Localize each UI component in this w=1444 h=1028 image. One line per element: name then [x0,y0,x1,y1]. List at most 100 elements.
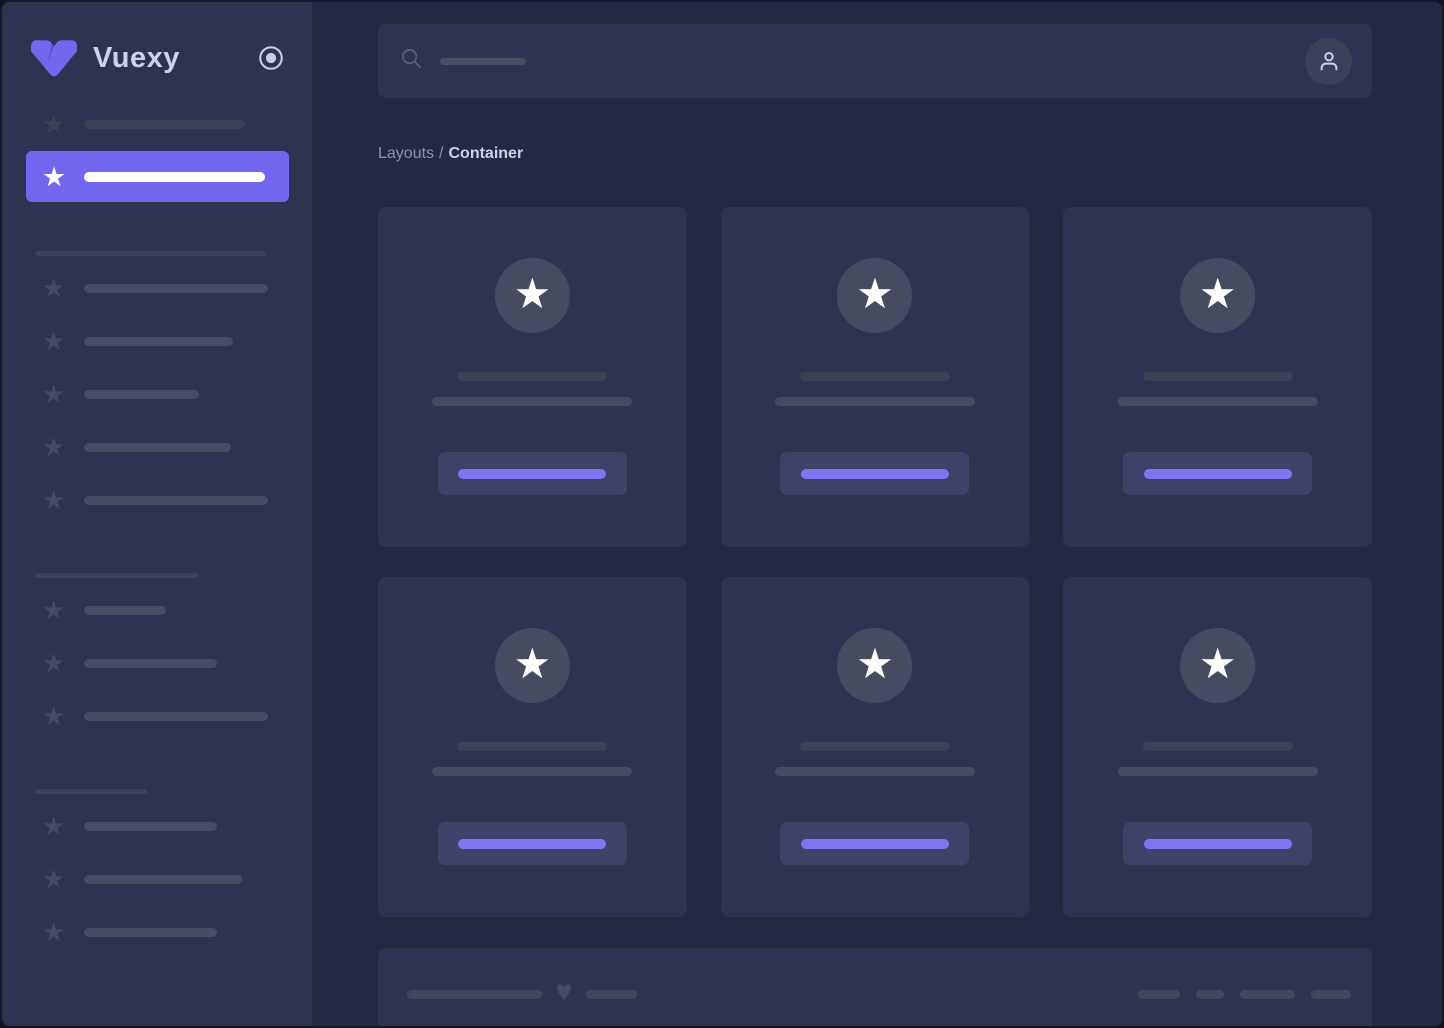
footer-text-skeleton [407,989,542,999]
card-action-button[interactable] [1123,822,1313,865]
card-icon-circle: ★ [494,258,570,333]
card-subtitle-skeleton [1117,767,1318,776]
button-label-skeleton [800,838,949,849]
sidebar-section-header-skeleton [35,573,198,578]
button-label-skeleton [458,838,607,849]
star-icon: ★ [1198,639,1237,687]
card-title-skeleton [457,372,608,381]
card-subtitle-skeleton [774,767,975,776]
star-icon: ★ [42,379,66,409]
main-content: Layouts / Container ★ ★ ★ ★ ★ ★ ♥ [312,2,1442,1026]
button-label-skeleton [1143,468,1292,479]
footer-text-skeleton [585,989,637,999]
button-label-skeleton [1143,838,1292,849]
card-subtitle-skeleton [432,397,633,406]
card-action-button[interactable] [437,452,627,495]
card-action-button[interactable] [780,452,970,495]
footer-link-skeleton[interactable] [1196,989,1224,999]
sidebar-item-active[interactable]: ★ [26,151,289,202]
card-icon-circle: ★ [837,258,913,333]
star-icon: ★ [42,864,66,894]
star-icon: ★ [1198,269,1237,317]
star-icon: ★ [856,639,894,687]
vuexy-logo-icon [28,37,80,79]
sidebar-item-label-skeleton [84,336,233,346]
card-title-skeleton [1142,372,1293,381]
sidebar-item[interactable]: ★ [2,109,312,139]
sidebar-item-label-skeleton [84,442,231,452]
star-icon: ★ [856,269,894,317]
star-icon: ★ [42,648,66,678]
star-icon: ★ [42,917,66,947]
feature-card: ★ [720,207,1030,547]
sidebar-item[interactable]: ★ [2,917,312,947]
sidebar-item-label-skeleton [84,389,199,399]
sidebar-item-label-skeleton [84,874,242,884]
breadcrumb: Layouts / Container [378,145,1372,163]
card-icon-circle: ★ [494,628,570,703]
star-icon: ★ [42,109,66,139]
card-action-button[interactable] [780,822,970,865]
star-icon: ★ [42,595,66,625]
sidebar-pin-toggle-icon[interactable] [257,44,285,72]
sidebar-section-header-skeleton [35,251,266,256]
sidebar-item[interactable]: ★ [2,326,312,356]
app-window: Vuexy ★ ★ ★ ★ ★ ★ ★ ★ ★ ★ ★ ★ ★ Layouts … [0,0,1444,1028]
global-search[interactable] [378,24,1372,98]
footer-link-skeleton[interactable] [1311,989,1351,999]
card-action-button[interactable] [437,822,627,865]
sidebar-item-label-skeleton [84,605,166,615]
sidebar-item-label-skeleton [84,658,217,668]
sidebar-item-label-skeleton [84,283,268,293]
footer-link-skeleton[interactable] [1240,989,1295,999]
button-label-skeleton [800,468,949,479]
sidebar-item-label-skeleton [84,711,268,721]
sidebar-item[interactable]: ★ [2,811,312,841]
star-icon: ★ [42,161,67,192]
footer-link-skeleton[interactable] [1138,989,1180,999]
star-icon: ★ [42,326,66,356]
breadcrumb-parent[interactable]: Layouts [378,145,434,162]
sidebar-item-label-skeleton [84,119,245,129]
sidebar-item[interactable]: ★ [2,487,312,513]
sidebar-item-label-skeleton [84,495,268,505]
star-icon: ★ [42,811,66,841]
card-icon-circle: ★ [837,628,913,703]
sidebar-section-header-skeleton [35,789,147,794]
logo-row[interactable]: Vuexy [2,30,312,86]
sidebar-item[interactable]: ★ [2,434,312,460]
feature-card: ★ [378,207,687,547]
user-icon [1320,52,1337,71]
feature-card: ★ [1063,207,1372,547]
breadcrumb-separator: / [439,145,444,162]
sidebar-item[interactable]: ★ [2,595,312,625]
breadcrumb-current: Container [448,145,524,162]
sidebar-nav: ★ ★ ★ ★ ★ ★ ★ ★ ★ ★ ★ ★ ★ [2,109,312,947]
sidebar-item-label-skeleton [84,171,265,182]
sidebar-item[interactable]: ★ [2,703,312,729]
footer-row: ♥ [378,948,1372,1009]
card-action-button[interactable] [1123,452,1313,495]
search-placeholder-skeleton [440,57,526,65]
card-subtitle-skeleton [1117,397,1318,406]
card-title-skeleton [457,742,608,751]
search-icon [400,47,423,75]
app-title: Vuexy [93,41,180,74]
card-icon-circle: ★ [1180,258,1256,333]
card-title-skeleton [799,742,950,751]
user-avatar-button[interactable] [1305,37,1352,85]
sidebar-item[interactable]: ★ [2,648,312,678]
star-icon: ★ [513,269,552,317]
sidebar-item[interactable]: ★ [2,864,312,894]
sidebar-item-label-skeleton [84,927,217,937]
sidebar-item[interactable]: ★ [2,379,312,409]
feature-card: ★ [720,577,1030,917]
card-title-skeleton [799,372,950,381]
footer-card: ♥ [378,948,1372,1026]
card-grid: ★ ★ ★ ★ ★ ★ [378,207,1372,917]
feature-card: ★ [378,577,687,917]
card-title-skeleton [1142,742,1293,751]
sidebar-item[interactable]: ★ [2,275,312,301]
card-icon-circle: ★ [1180,628,1256,703]
card-subtitle-skeleton [432,767,633,776]
